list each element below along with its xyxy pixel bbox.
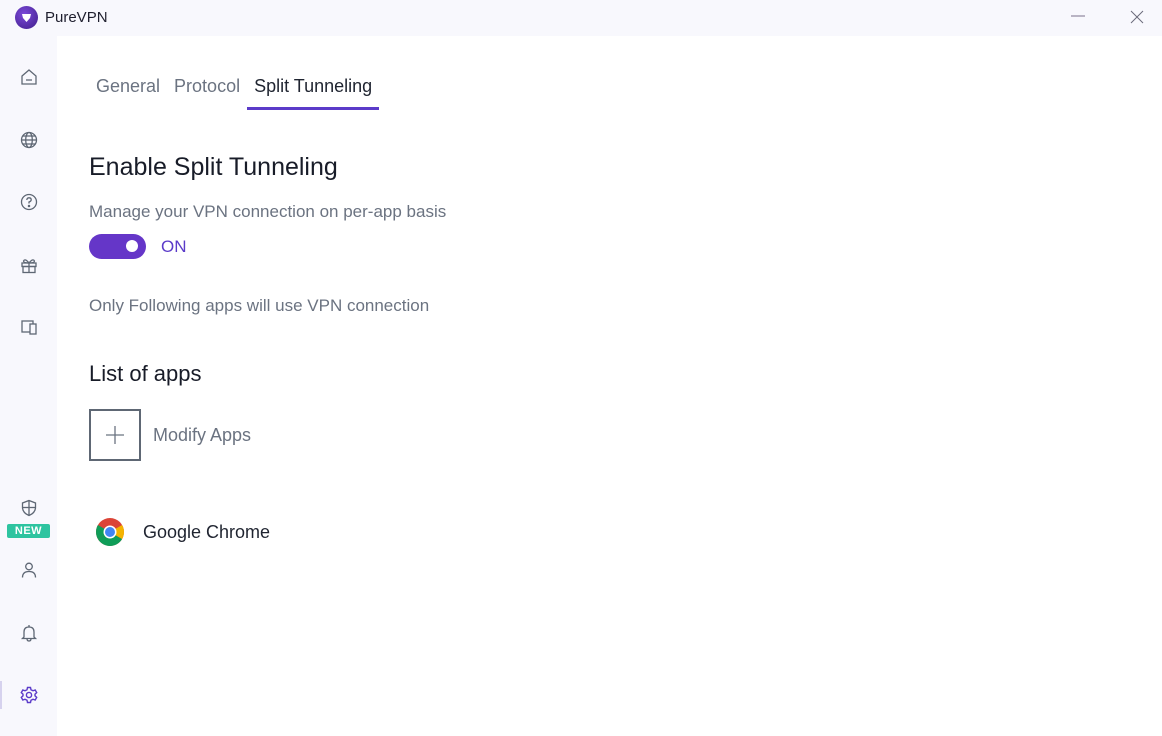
sidebar-item-home[interactable] xyxy=(0,57,57,97)
sidebar-item-settings[interactable] xyxy=(0,675,57,715)
home-icon xyxy=(20,69,37,85)
devices-icon xyxy=(20,320,37,335)
sidebar-item-devices[interactable] xyxy=(0,307,57,347)
app-name: Google Chrome xyxy=(143,522,271,542)
new-badge: NEW xyxy=(7,524,50,538)
app-title: PureVPN xyxy=(45,9,108,26)
tab-general[interactable]: General xyxy=(89,74,167,110)
tab-split-tunneling[interactable]: Split Tunneling xyxy=(247,74,380,110)
modify-apps-button[interactable] xyxy=(89,409,141,461)
toggle-state-label: ON xyxy=(161,237,187,256)
settings-tabs: General Protocol Split Tunneling xyxy=(89,74,380,110)
section-description: Manage your VPN connection on per-app ba… xyxy=(89,202,447,221)
sidebar-item-locations[interactable] xyxy=(0,120,57,160)
gift-icon xyxy=(20,259,37,274)
sidebar-item-account[interactable] xyxy=(0,550,57,590)
title-bar: PureVPN xyxy=(0,0,1162,36)
split-tunneling-toggle[interactable] xyxy=(89,234,146,259)
minimize-icon xyxy=(1071,15,1085,17)
globe-icon xyxy=(20,131,37,149)
modify-apps-label[interactable]: Modify Apps xyxy=(153,425,251,446)
user-icon xyxy=(21,562,36,578)
sidebar-nav: NEW xyxy=(0,36,57,736)
bell-icon xyxy=(20,625,37,642)
purevpn-logo-icon xyxy=(15,6,38,29)
settings-panel: General Protocol Split Tunneling Enable … xyxy=(57,36,1162,736)
sidebar-item-security[interactable] xyxy=(0,488,57,528)
section-title: Enable Split Tunneling xyxy=(89,153,338,181)
minimize-button[interactable] xyxy=(1068,8,1088,28)
sidebar-item-rewards[interactable] xyxy=(0,245,57,285)
apps-list-title: List of apps xyxy=(89,361,202,386)
chrome-icon xyxy=(95,517,125,547)
toggle-knob xyxy=(126,240,138,252)
sidebar-item-notifications[interactable] xyxy=(0,613,57,653)
sidebar-item-help[interactable] xyxy=(0,182,57,222)
plus-icon xyxy=(106,426,124,444)
tab-protocol[interactable]: Protocol xyxy=(167,74,247,110)
help-circle-icon xyxy=(20,193,37,211)
close-button[interactable] xyxy=(1127,8,1147,28)
mode-note: Only Following apps will use VPN connect… xyxy=(89,296,430,315)
close-icon xyxy=(1130,10,1144,24)
shield-icon xyxy=(21,499,36,517)
gear-icon xyxy=(19,686,38,704)
